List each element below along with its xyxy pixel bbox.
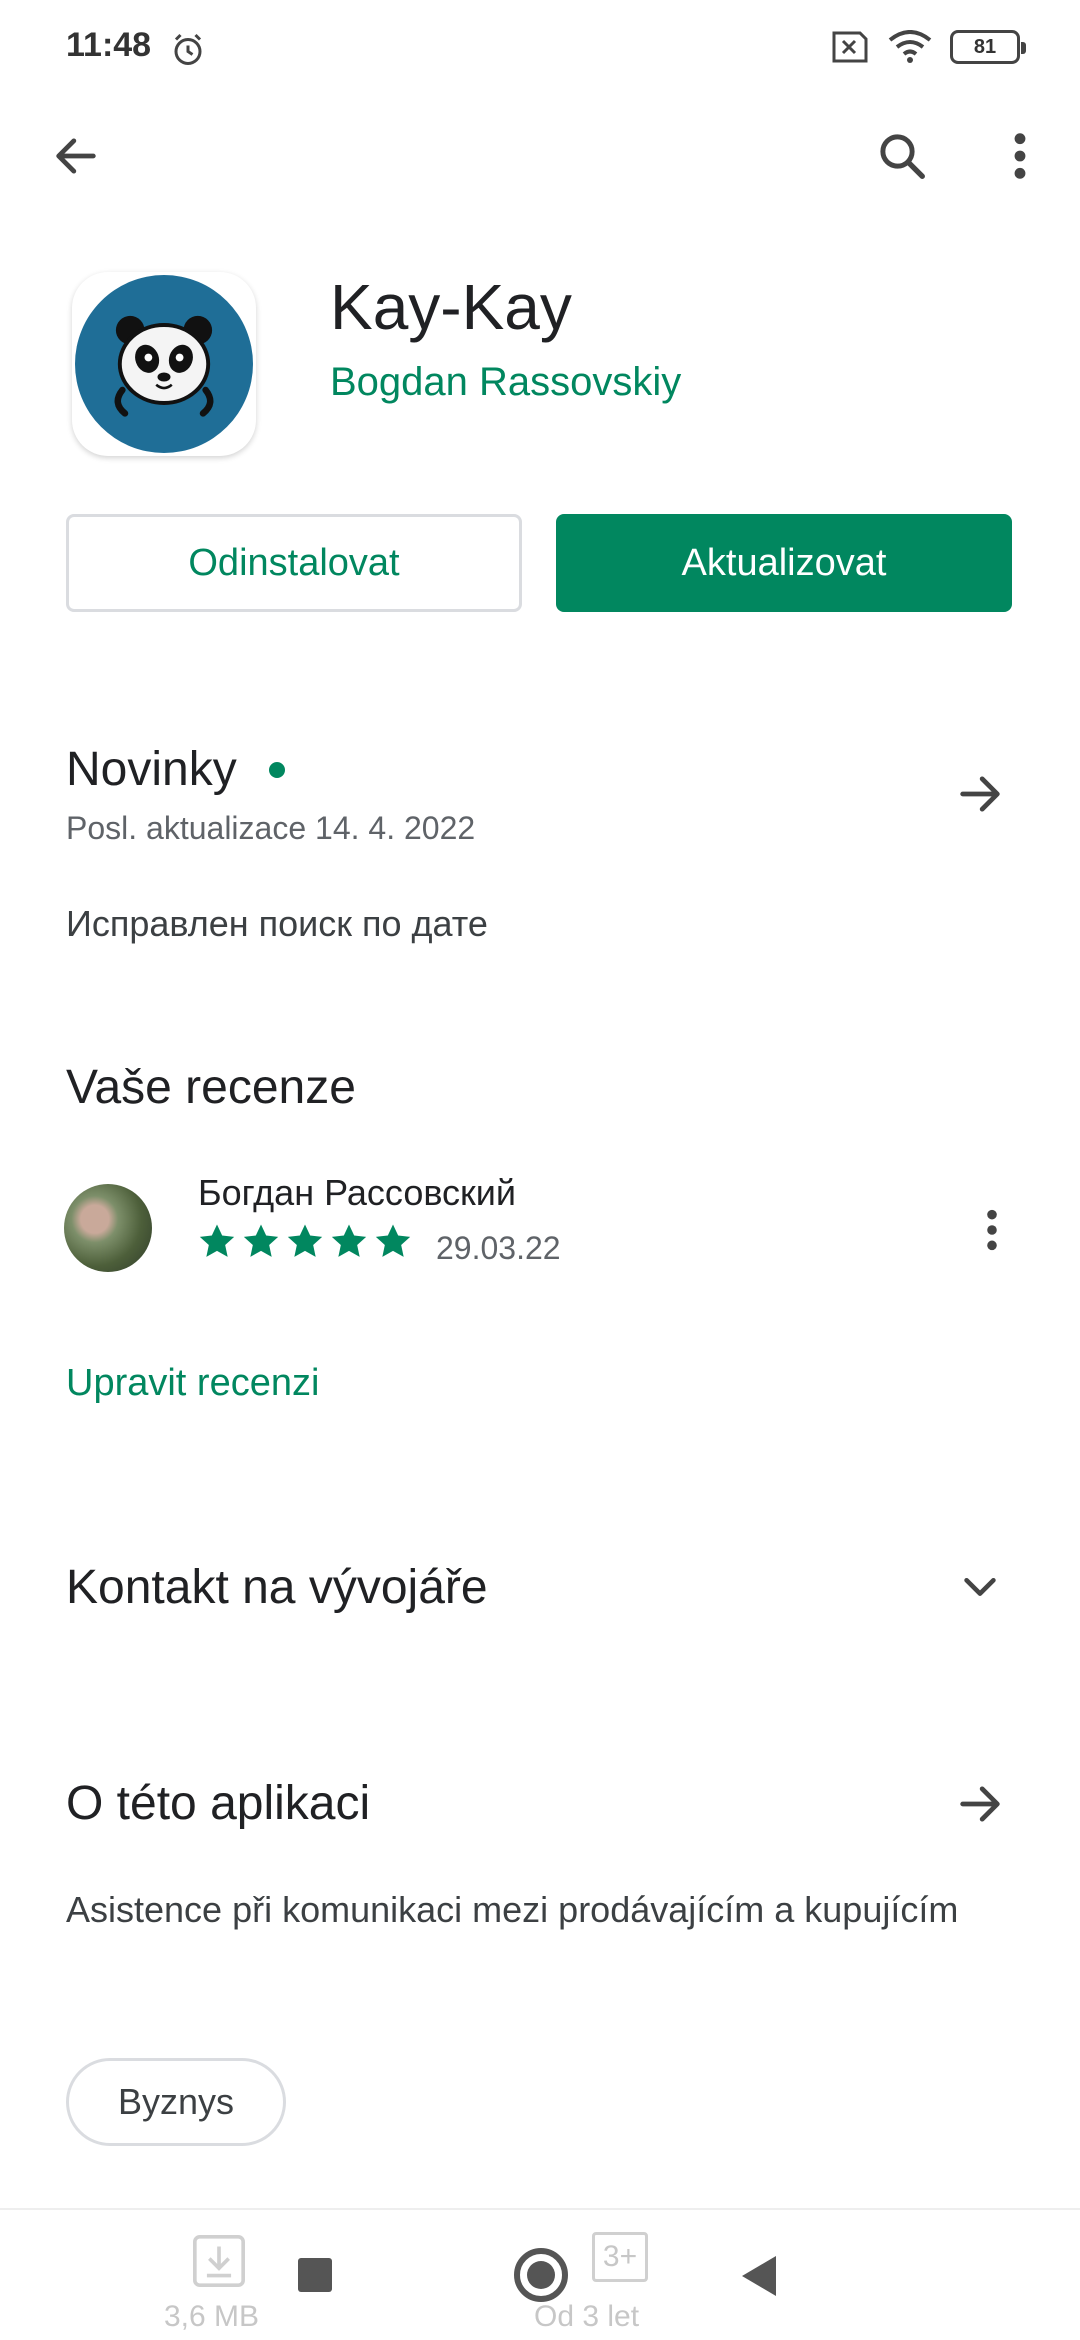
- avatar: [64, 1184, 152, 1272]
- more-vert-icon: [1014, 133, 1026, 179]
- reviewer-name: Богдан Рассовский: [198, 1172, 517, 1213]
- more-options-button[interactable]: [988, 124, 1052, 188]
- panda-logo: [75, 275, 253, 453]
- age-rating-label: Od 3 let: [534, 2300, 640, 2333]
- category-chip[interactable]: Byznys: [66, 2058, 286, 2146]
- search-icon: [880, 134, 925, 179]
- app-size: 3,6 MB: [164, 2300, 260, 2333]
- battery-indicator: 81: [950, 30, 1026, 64]
- download-icon: [193, 2235, 245, 2287]
- review-date: 29.03.22: [436, 1230, 561, 1266]
- arrow-forward-icon: [960, 776, 1000, 812]
- star-icon: [243, 1224, 279, 1257]
- about-title: O této aplikaci: [66, 1777, 371, 1830]
- arrow-forward-icon: [960, 1786, 1000, 1822]
- app-icon: [72, 272, 256, 456]
- release-notes: Исправлен поиск по дате: [66, 903, 488, 944]
- star-icon: [199, 1224, 235, 1257]
- last-updated: Posl. aktualizace 14. 4. 2022: [66, 810, 476, 846]
- developer-contact-title[interactable]: Kontakt na vývojáře: [66, 1560, 488, 1615]
- whats-new-arrow[interactable]: [948, 762, 1012, 826]
- nav-home-button[interactable]: [514, 2248, 568, 2302]
- panda-icon: [114, 315, 214, 417]
- uninstall-button[interactable]: Odinstalovat: [66, 514, 522, 612]
- your-review-title: Vaše recenze: [66, 1061, 356, 1114]
- star-icon: [375, 1224, 411, 1257]
- about-arrow[interactable]: [948, 1772, 1012, 1836]
- edit-review-link[interactable]: Upravit recenzi: [66, 1362, 319, 1405]
- app-title: Kay-Kay: [330, 271, 572, 343]
- developer-link[interactable]: Bogdan Rassovskiy: [330, 360, 681, 405]
- whats-new-title: Novinky: [66, 743, 237, 796]
- sim-off-icon: [832, 31, 868, 63]
- wifi-icon: [888, 30, 932, 63]
- developer-contact-expand[interactable]: [948, 1554, 1012, 1618]
- status-time: 11:48: [66, 26, 152, 64]
- battery-level: 81: [973, 35, 997, 58]
- status-icons: 81: [828, 30, 1026, 64]
- whats-new-header[interactable]: Novinky: [66, 742, 285, 797]
- nav-recents-button[interactable]: [298, 2258, 332, 2292]
- more-vert-icon: [987, 1209, 997, 1251]
- about-description: Asistence při komunikaci mezi prodávajíc…: [66, 1889, 959, 1930]
- new-indicator-dot: [268, 761, 285, 778]
- star-icon: [331, 1224, 367, 1257]
- age-rating-badge: 3+: [592, 2232, 648, 2282]
- nav-back-button[interactable]: [742, 2256, 776, 2296]
- star-icon: [287, 1224, 323, 1257]
- back-button[interactable]: [44, 124, 108, 188]
- review-options-button[interactable]: [960, 1198, 1024, 1262]
- arrow-back-icon: [56, 138, 96, 174]
- alarm-icon: [174, 33, 202, 65]
- search-button[interactable]: [870, 124, 934, 188]
- update-button[interactable]: Aktualizovat: [556, 514, 1012, 612]
- star-rating: [196, 1222, 414, 1262]
- chevron-down-icon: [964, 1577, 996, 1596]
